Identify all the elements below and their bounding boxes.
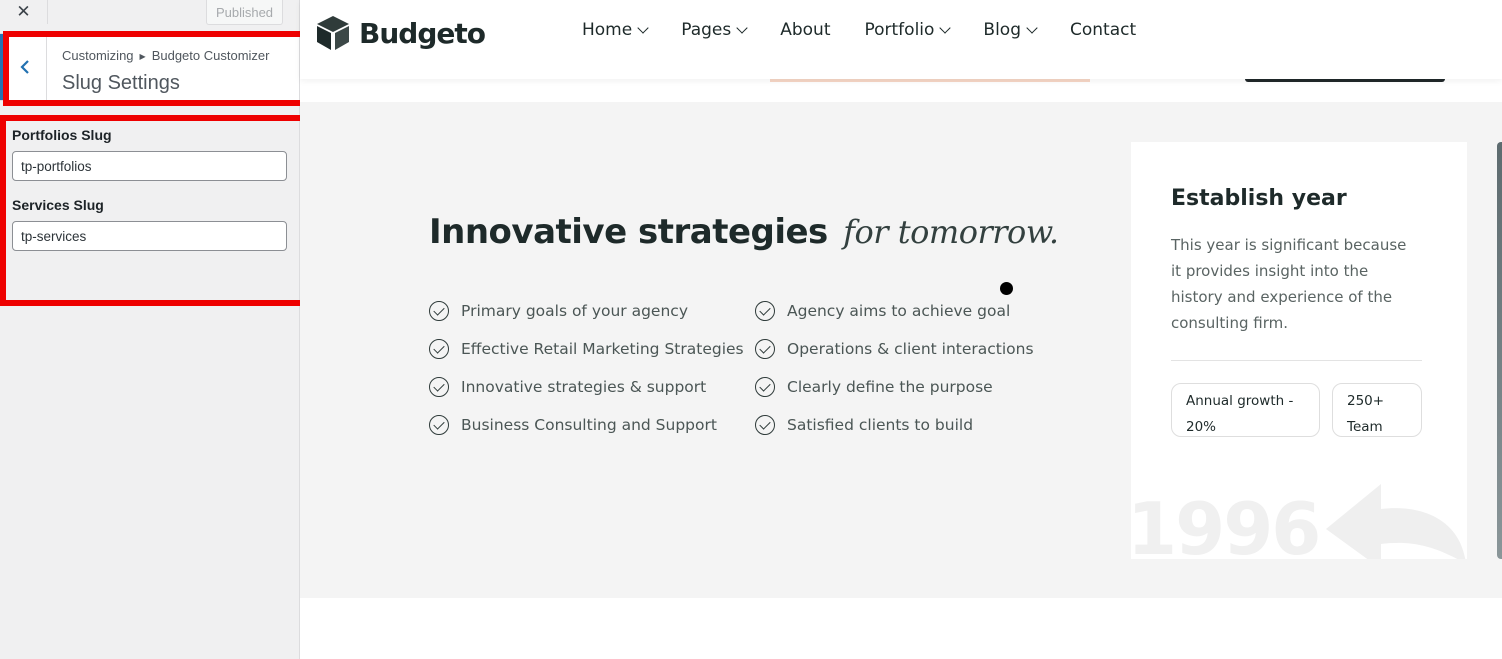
nav-item-contact[interactable]: Contact [1070, 20, 1136, 40]
services-slug-input[interactable] [12, 221, 287, 251]
cursor-dot [1000, 282, 1013, 295]
nav-label: Blog [983, 20, 1021, 40]
breadcrumb: Customizing ▶ Budgeto Customizer [62, 48, 269, 63]
site-preview: Budgeto Home Pages About Portfolio Blog … [300, 0, 1502, 659]
features-section: Innovative strategies for tomorrow. Prim… [300, 102, 1502, 598]
list-item-text: Satisfied clients to build [787, 416, 974, 434]
chevron-down-icon [736, 21, 748, 34]
breadcrumb-item: Customizing [62, 48, 134, 63]
list-item: Effective Retail Marketing Strategies [429, 330, 744, 368]
check-circle-icon [755, 415, 775, 435]
nav-item-portfolio[interactable]: Portfolio [864, 20, 952, 40]
list-item: Innovative strategies & support [429, 368, 744, 406]
list-item: Primary goals of your agency [429, 292, 744, 330]
nav-item-blog[interactable]: Blog [983, 20, 1038, 40]
customizer-sidebar: ✕ Published Customizing ▶ Budgeto Customiz… [0, 0, 300, 659]
nav-label: Portfolio [864, 20, 935, 40]
close-icon: ✕ [16, 2, 31, 22]
check-circle-icon [429, 339, 449, 359]
site-logo[interactable]: Budgeto [315, 14, 486, 52]
curved-arrow-icon [1326, 484, 1466, 559]
close-customizer-button[interactable]: ✕ [0, 0, 48, 24]
card-title: Establish year [1171, 186, 1347, 211]
list-item: Agency aims to achieve goal [755, 292, 1034, 330]
establish-year-card: Establish year This year is significant … [1131, 142, 1467, 559]
cube-logo-icon [317, 16, 349, 50]
breadcrumb-separator-icon: ▶ [139, 52, 146, 61]
nav-label: Pages [681, 20, 732, 40]
list-item-text: Clearly define the purpose [787, 378, 993, 396]
decorative-strip [1245, 79, 1445, 82]
stat-pill-team: 250+ Team [1332, 383, 1422, 437]
section-title: Slug Settings [62, 72, 180, 94]
headline-accent: for tomorrow. [843, 213, 1059, 251]
check-circle-icon [429, 415, 449, 435]
nav-label: About [780, 20, 831, 40]
headline-main: Innovative strategies [429, 212, 828, 252]
back-button[interactable] [0, 34, 47, 100]
publish-button[interactable]: Published [206, 0, 283, 25]
site-header: Budgeto Home Pages About Portfolio Blog … [300, 0, 1502, 79]
nav-label: Contact [1070, 20, 1137, 40]
list-item-text: Innovative strategies & support [461, 378, 707, 396]
year-watermark: 1996 [1131, 487, 1321, 559]
features-list-left: Primary goals of your agency Effective R… [429, 292, 744, 444]
nav-item-pages[interactable]: Pages [681, 20, 748, 40]
divider [1171, 360, 1422, 361]
nav-item-about[interactable]: About [780, 20, 830, 40]
section-headline: Innovative strategies for tomorrow. [429, 212, 1059, 252]
chevron-down-icon [637, 21, 649, 34]
stat-pill-growth: Annual growth - 20% [1171, 383, 1320, 437]
check-circle-icon [755, 377, 775, 397]
list-item-text: Operations & client interactions [787, 340, 1034, 358]
breadcrumb-item: Budgeto Customizer [151, 48, 270, 63]
logo-text: Budgeto [359, 16, 486, 50]
check-circle-icon [429, 301, 449, 321]
list-item: Clearly define the purpose [755, 368, 1034, 406]
section-header: Customizing ▶ Budgeto Customizer Slug Sett… [0, 33, 299, 101]
card-description: This year is significant because it prov… [1171, 236, 1407, 332]
chevron-left-icon [20, 60, 29, 74]
main-nav: Home Pages About Portfolio Blog Contact [582, 20, 1170, 40]
portfolios-slug-input[interactable] [12, 151, 287, 181]
chevron-down-icon [939, 21, 952, 34]
list-item-text: Agency aims to achieve goal [787, 302, 1011, 320]
decorative-strip [770, 79, 1090, 82]
list-item-text: Effective Retail Marketing Strategies [461, 340, 744, 358]
check-circle-icon [429, 377, 449, 397]
list-item-text: Primary goals of your agency [461, 302, 688, 320]
nav-item-home[interactable]: Home [582, 20, 649, 40]
check-circle-icon [755, 339, 775, 359]
side-image [1497, 142, 1502, 559]
list-item: Operations & client interactions [755, 330, 1034, 368]
portfolios-slug-label: Portfolios Slug [12, 127, 112, 143]
list-item: Business Consulting and Support [429, 406, 744, 444]
list-item-text: Business Consulting and Support [461, 416, 717, 434]
list-item: Satisfied clients to build [755, 406, 1034, 444]
check-circle-icon [755, 301, 775, 321]
features-list-right: Agency aims to achieve goal Operations &… [755, 292, 1034, 444]
services-slug-label: Services Slug [12, 197, 104, 213]
nav-label: Home [582, 20, 633, 40]
chevron-down-icon [1026, 21, 1038, 34]
